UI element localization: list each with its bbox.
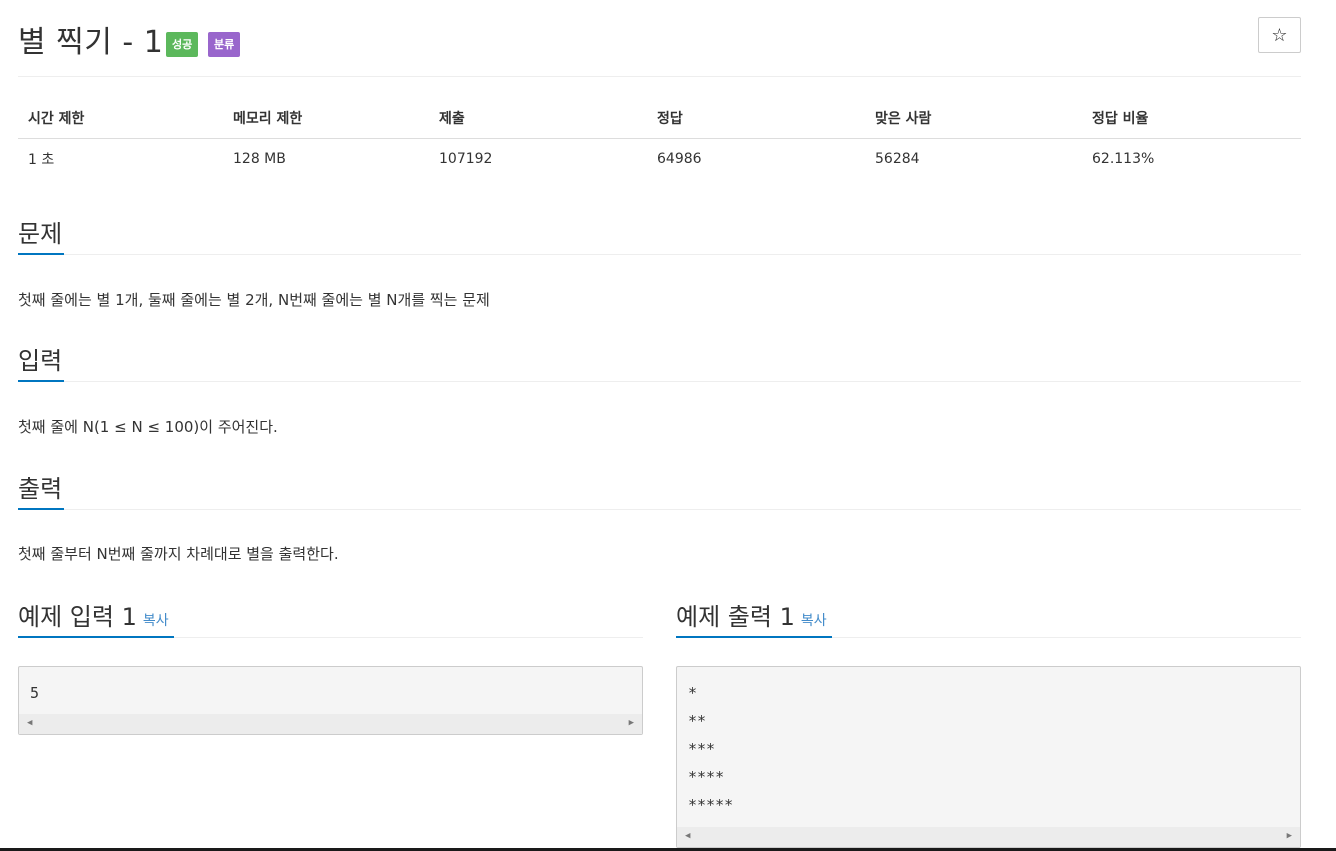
sample-input-box[interactable]: 5 ◀ ▶ (18, 666, 643, 735)
title-row: 별 찍기 - 1 성공 분류 ☆ (18, 14, 1301, 64)
sample-output-heading: 예제 출력 1 복사 (676, 597, 827, 632)
sample-input-scrollbar[interactable]: ◀ ▶ (19, 714, 642, 734)
output-heading: 출력 (18, 475, 63, 503)
scroll-left-icon[interactable]: ◀ (27, 718, 32, 728)
output-divider (18, 509, 1301, 510)
table-header-row: 시간 제한 메모리 제한 제출 정답 맞은 사람 정답 비율 (18, 98, 1301, 139)
submissions-value[interactable]: 107192 (429, 139, 647, 180)
problem-divider (18, 254, 1301, 255)
scroll-left-icon[interactable]: ◀ (685, 831, 690, 841)
title-divider (18, 76, 1301, 77)
problem-heading: 문제 (18, 220, 63, 248)
sample-input-content: 5 (30, 684, 40, 702)
sample-output-title: 예제 출력 1 (676, 603, 795, 631)
sample-output-copy-link[interactable]: 복사 (801, 613, 827, 629)
header-accepted: 정답 (647, 98, 865, 139)
sample-input-copy-link[interactable]: 복사 (143, 613, 169, 629)
input-description: 첫째 줄에 N(1 ≤ N ≤ 100)이 주어진다. (18, 418, 278, 436)
sample-output-underline (676, 636, 832, 638)
input-divider (18, 381, 1301, 382)
category-badge[interactable]: 분류 (208, 32, 241, 57)
accept-ratio-value: 62.113% (1092, 151, 1155, 167)
header-memory-limit: 메모리 제한 (223, 98, 429, 139)
sample-output-box[interactable]: * ** *** **** ***** ◀ ▶ (676, 666, 1301, 848)
input-heading: 입력 (18, 347, 63, 375)
memory-limit-value: 128 MB (233, 151, 286, 167)
accepted-value: 64986 (657, 151, 702, 167)
sample-output-content: * ** *** **** ***** (688, 684, 734, 814)
sample-input-heading: 예제 입력 1 복사 (18, 597, 169, 632)
header-solved-users: 맞은 사람 (865, 98, 1082, 139)
time-limit-value: 1 초 (28, 152, 55, 168)
header-submissions: 제출 (429, 98, 647, 139)
output-description: 첫째 줄부터 N번째 줄까지 차례대로 별을 출력한다. (18, 545, 339, 563)
scroll-right-icon[interactable]: ▶ (629, 718, 634, 728)
input-underline (18, 380, 64, 382)
table-row: 1 초 128 MB 107192 64986 56284 62.113% (18, 139, 1301, 180)
problem-underline (18, 253, 64, 255)
problem-description: 첫째 줄에는 별 1개, 둘째 줄에는 별 2개, N번째 줄에는 별 N개를 … (18, 291, 490, 309)
problem-info-table: 시간 제한 메모리 제한 제출 정답 맞은 사람 정답 비율 1 초 128 M… (18, 98, 1301, 179)
success-badge: 성공 (166, 32, 199, 57)
sample-input-title: 예제 입력 1 (18, 603, 137, 631)
header-accept-ratio: 정답 비율 (1082, 98, 1301, 139)
sample-output-scrollbar[interactable]: ◀ ▶ (677, 827, 1300, 847)
star-icon: ☆ (1271, 25, 1288, 46)
scroll-right-icon[interactable]: ▶ (1287, 831, 1292, 841)
header-time-limit: 시간 제한 (18, 98, 223, 139)
output-underline (18, 508, 64, 510)
favorite-button[interactable]: ☆ (1258, 17, 1301, 53)
solved-users-value[interactable]: 56284 (865, 139, 1082, 180)
sample-input-underline (18, 636, 174, 638)
page-title: 별 찍기 - 1 (18, 25, 164, 60)
